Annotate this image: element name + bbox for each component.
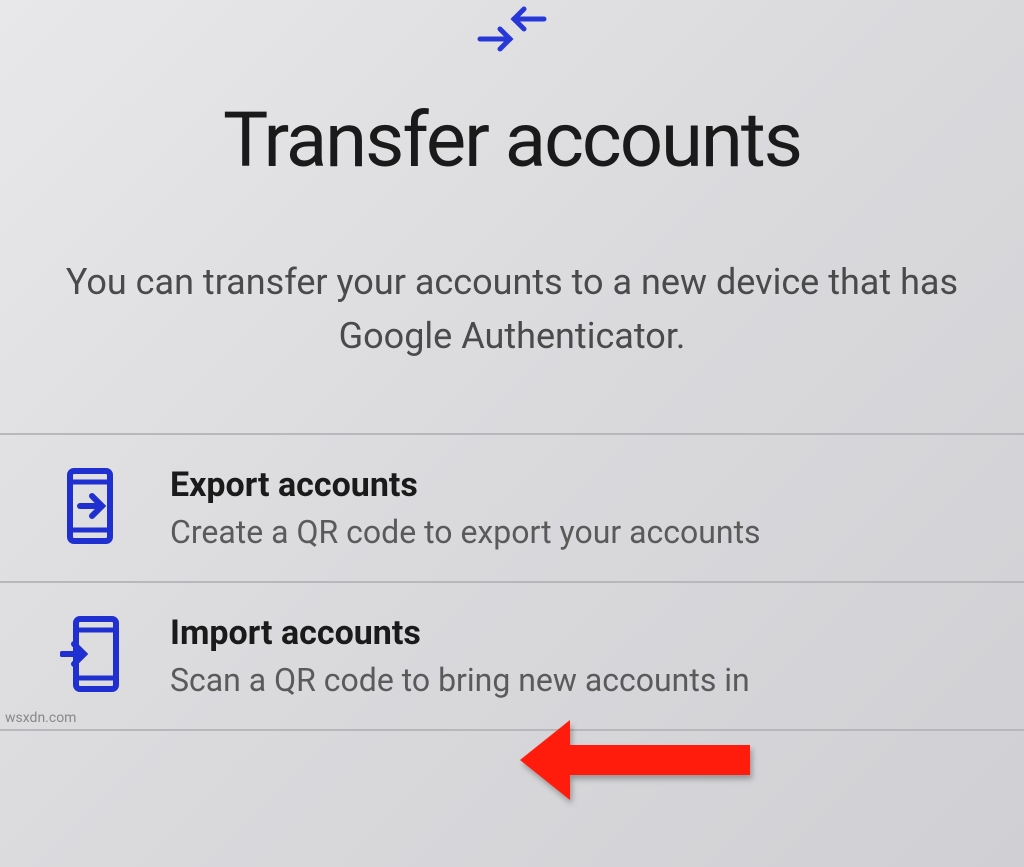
import-accounts-option[interactable]: Import accounts Scan a QR code to bring … [0,583,1024,731]
page-title: Transfer accounts [0,95,1024,185]
export-accounts-option[interactable]: Export accounts Create a QR code to expo… [0,435,1024,583]
import-title: Import accounts [170,613,974,653]
options-list: Export accounts Create a QR code to expo… [0,433,1024,731]
phone-export-icon [60,466,130,550]
page-description: You can transfer your accounts to a new … [0,255,1024,363]
transfer-arrows-icon [0,0,1024,95]
import-subtitle: Scan a QR code to bring new accounts in [170,661,974,699]
phone-import-icon [60,614,130,698]
watermark: wsxdn.com [5,710,76,726]
export-title: Export accounts [170,465,974,505]
export-subtitle: Create a QR code to export your accounts [170,513,974,551]
